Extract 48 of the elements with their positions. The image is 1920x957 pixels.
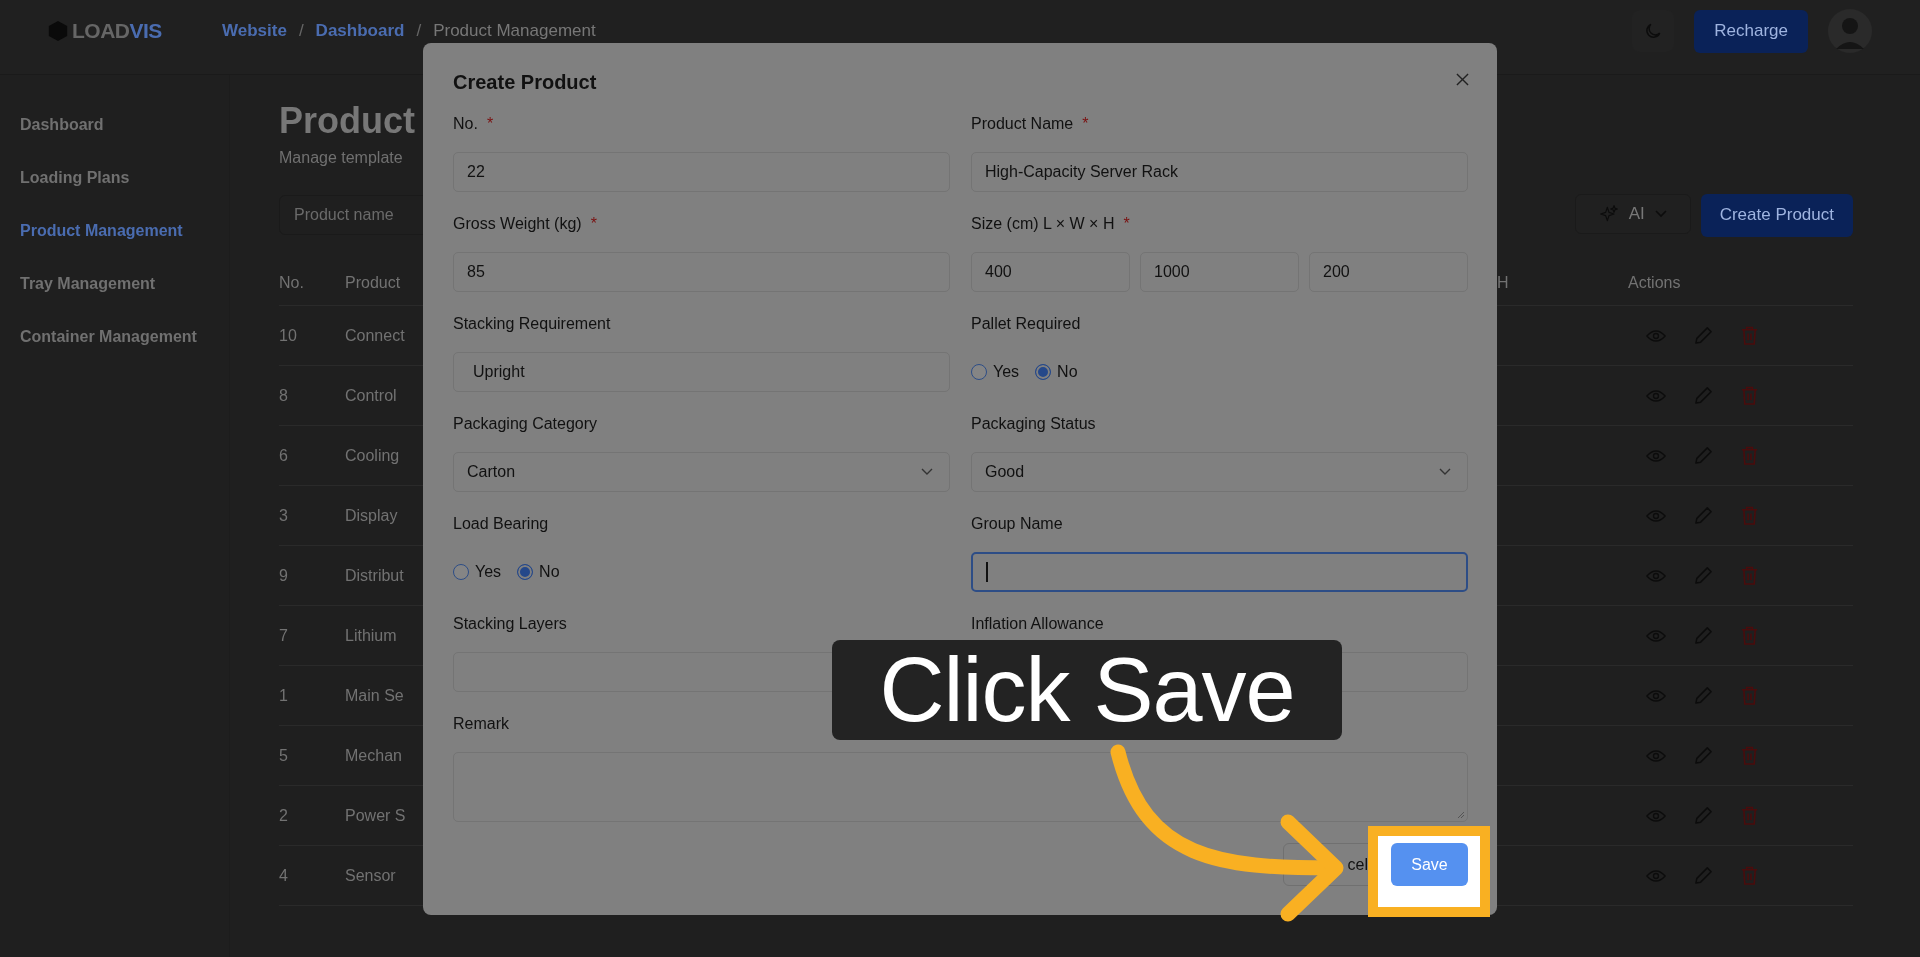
table-cell: Sensor bbox=[345, 866, 396, 885]
table-cell: 9 bbox=[279, 566, 288, 585]
page-subtitle: Manage template bbox=[279, 149, 403, 167]
table-cell: 1 bbox=[279, 686, 288, 705]
field-label: Size (cm) L × W × H bbox=[971, 214, 1115, 234]
field-label: No. bbox=[453, 114, 478, 134]
dialog-title: Create Product bbox=[453, 70, 597, 95]
required-mark: * bbox=[590, 214, 597, 234]
table-cell: 4 bbox=[279, 866, 288, 885]
column-header: Product bbox=[345, 274, 401, 292]
field-label: Group Name bbox=[971, 514, 1063, 534]
field-label: Product Name bbox=[971, 114, 1074, 134]
required-mark: * bbox=[486, 114, 494, 134]
required-mark: * bbox=[1123, 214, 1130, 234]
field-label: Inflation Allowance bbox=[971, 614, 1104, 634]
field-label: Packaging Category bbox=[453, 414, 598, 434]
table-cell: 3 bbox=[279, 506, 288, 525]
page-title: Product bbox=[279, 99, 415, 143]
field-label: Pallet Required bbox=[971, 314, 1081, 334]
table-cell: 6 bbox=[279, 446, 288, 465]
table-cell: Cooling bbox=[345, 446, 400, 465]
table-cell: 7 bbox=[279, 626, 288, 645]
table-cell: 5 bbox=[279, 746, 288, 765]
column-header: H bbox=[1497, 274, 1509, 292]
required-mark: * bbox=[1082, 114, 1089, 134]
field-label: Load Bearing bbox=[453, 514, 549, 534]
field-label: Stacking Requirement bbox=[453, 314, 611, 334]
breadcrumb-separator: / bbox=[298, 21, 304, 41]
table-cell: Control bbox=[345, 386, 397, 405]
table-cell: Lithium bbox=[345, 626, 397, 645]
column-header: No. bbox=[279, 274, 304, 292]
column-header: Actions bbox=[1628, 274, 1681, 292]
breadcrumb-separator: / bbox=[416, 21, 422, 41]
table-cell: 2 bbox=[279, 806, 288, 825]
table-cell: Power S bbox=[345, 806, 406, 825]
field-label: Gross Weight (kg) bbox=[453, 214, 582, 234]
field-label: Stacking Layers bbox=[453, 614, 567, 634]
table-cell: Connect bbox=[345, 326, 405, 345]
table-cell: Distribut bbox=[345, 566, 404, 585]
field-label: Packaging Status bbox=[971, 414, 1096, 434]
table-cell: Main Se bbox=[345, 686, 404, 705]
logo-text: LOADVIS bbox=[72, 19, 162, 43]
click-save-tooltip: Click Save bbox=[832, 640, 1342, 740]
table-cell: 8 bbox=[279, 386, 288, 405]
table-cell: 10 bbox=[279, 326, 297, 345]
table-cell: Display bbox=[345, 506, 398, 525]
table-cell: Mechan bbox=[345, 746, 402, 765]
field-label: Remark bbox=[453, 714, 509, 734]
